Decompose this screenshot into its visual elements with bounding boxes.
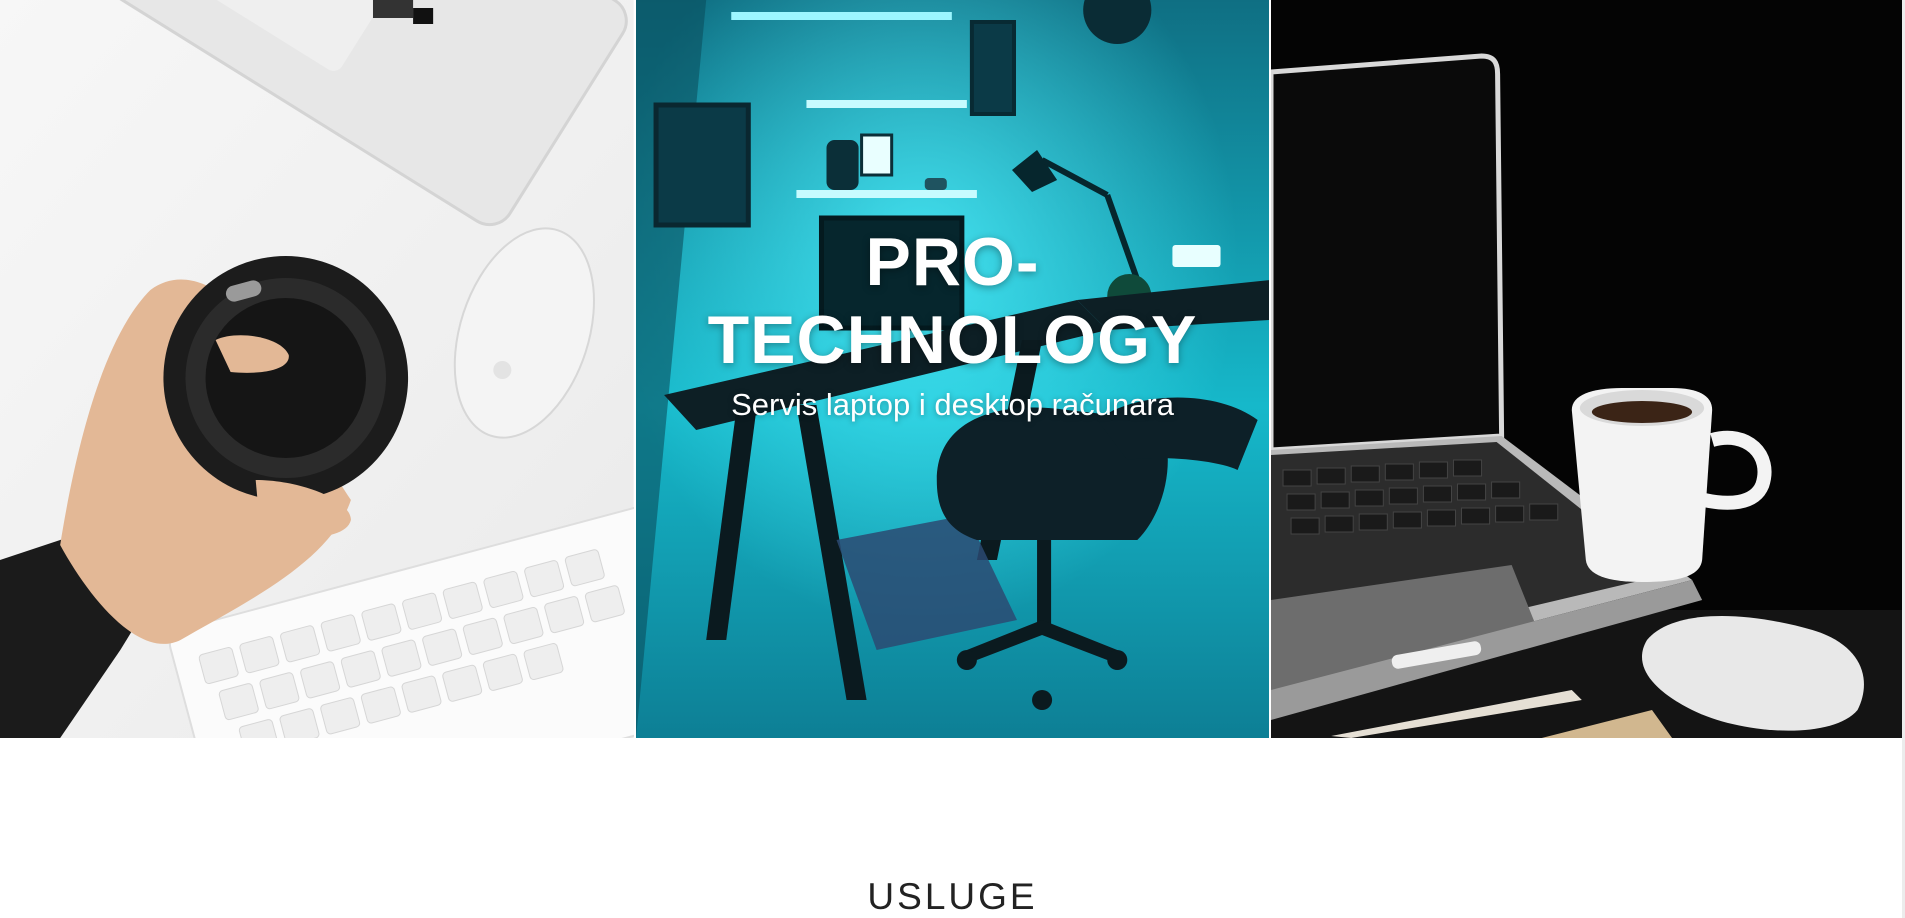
hero-image-center: PRO-TECHNOLOGY Servis laptop i desktop r… [635, 0, 1270, 738]
dark-laptop-coffee-image [1271, 0, 1905, 738]
hero-image-left [0, 0, 634, 738]
cyan-workspace-image [635, 0, 1270, 738]
white-desk-coffee-image [0, 0, 634, 738]
hero-image-right [1271, 0, 1905, 738]
services-heading: USLUGE [867, 875, 1038, 917]
hero-banner: PRO-TECHNOLOGY Servis laptop i desktop r… [0, 0, 1905, 738]
